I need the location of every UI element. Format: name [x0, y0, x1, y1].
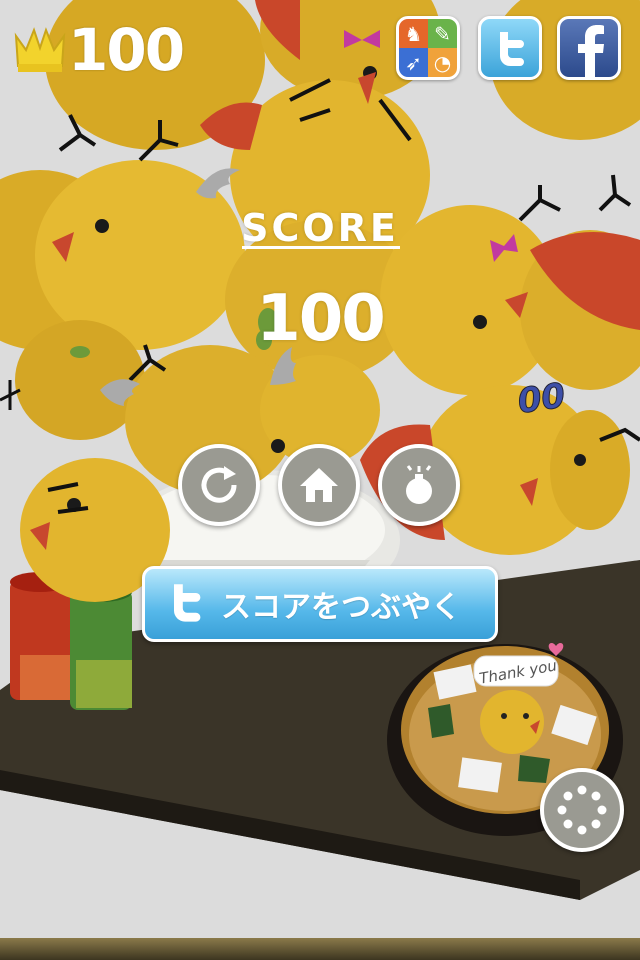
twitter-icon [174, 584, 201, 622]
menu-icon [557, 785, 607, 835]
bottom-bar [0, 938, 640, 960]
menu-button[interactable] [540, 768, 624, 852]
score-label: SCORE [241, 206, 399, 250]
tweet-score-button[interactable]: スコアをつぶやく [142, 566, 498, 642]
retry-icon [201, 466, 237, 503]
more-apps-button[interactable]: ♞ ✎ ➶ ◔ [396, 16, 460, 80]
crown-icon [14, 27, 66, 72]
floating-score-text: 00 [515, 376, 567, 422]
facebook-share-button[interactable] [557, 16, 621, 80]
facebook-icon [578, 25, 604, 77]
retry-button[interactable] [178, 444, 260, 526]
twitter-icon [500, 32, 524, 66]
tweet-score-label: スコアをつぶやく [221, 590, 461, 625]
score-value: 100 [256, 282, 386, 356]
apps-icon: ♞ ✎ ➶ ◔ [399, 19, 457, 77]
bomb-button[interactable] [378, 444, 460, 526]
twitter-share-button[interactable] [478, 16, 542, 80]
home-button[interactable] [278, 444, 360, 526]
best-score-value: 100 [68, 16, 185, 84]
best-score-display: 100 [14, 16, 185, 84]
score-underline [242, 246, 400, 249]
bomb-icon [406, 465, 432, 504]
home-icon [300, 468, 338, 502]
